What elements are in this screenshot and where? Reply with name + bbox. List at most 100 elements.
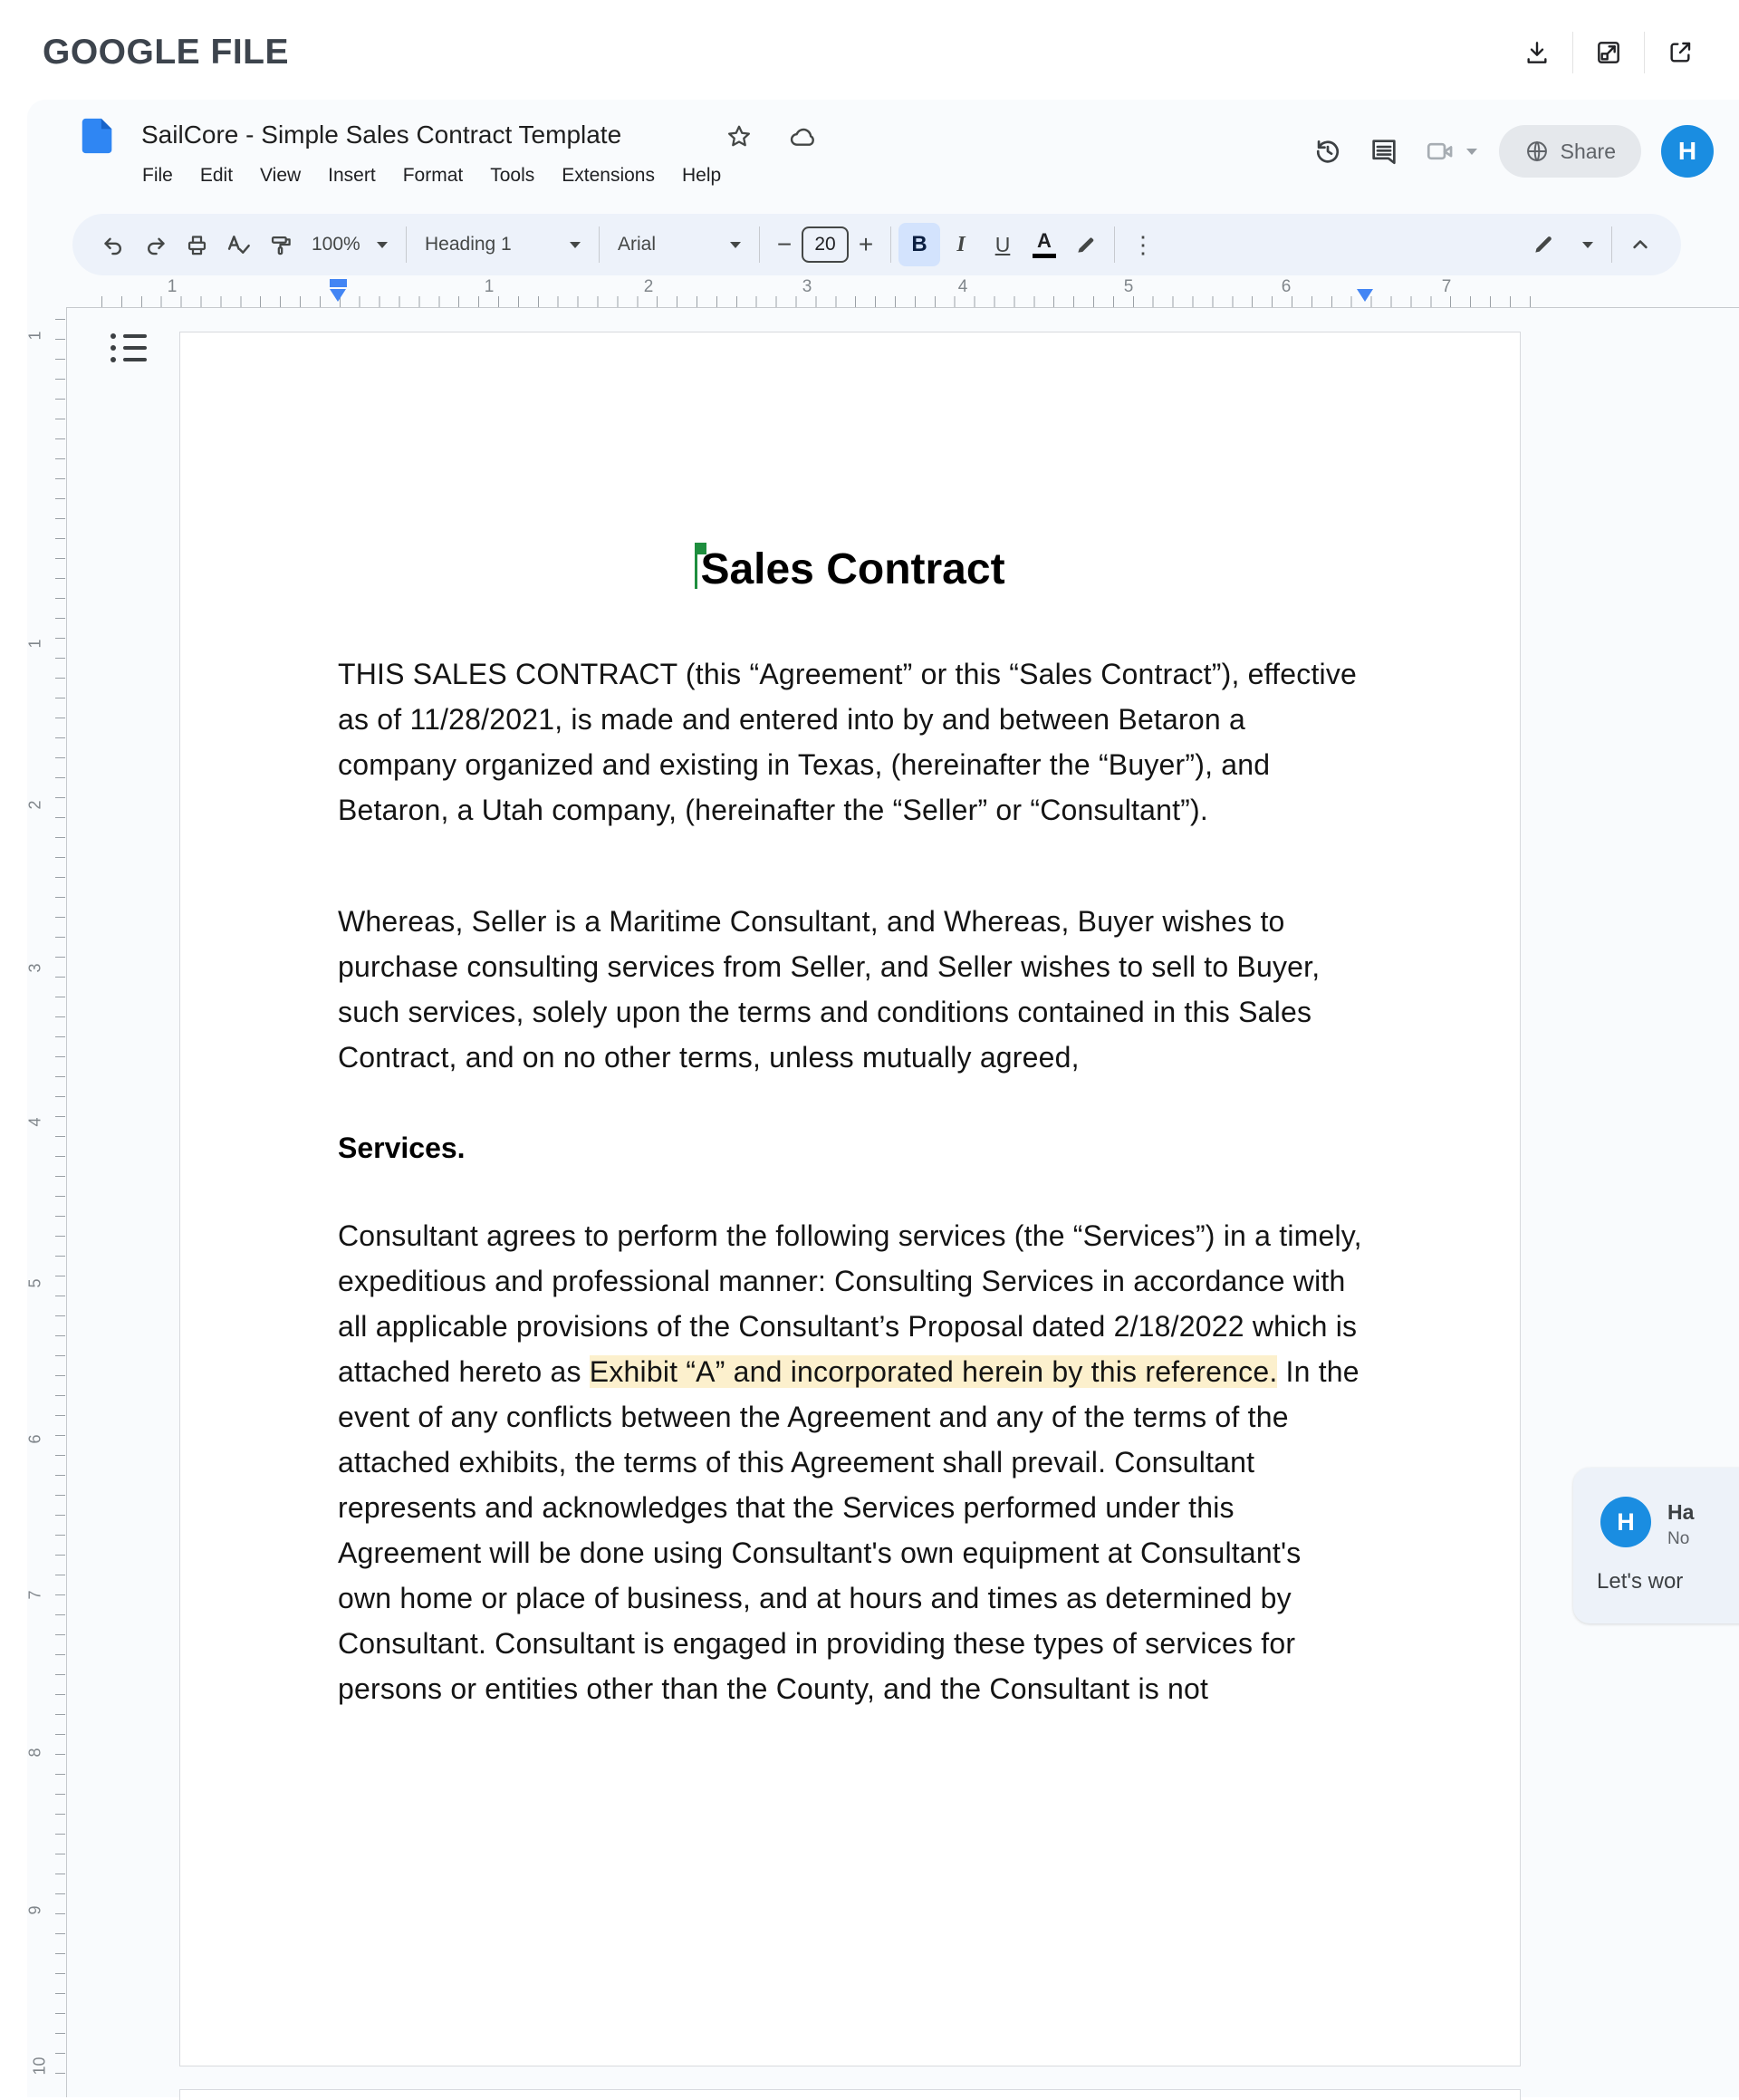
paint-format-button[interactable] xyxy=(259,223,301,266)
text-color-swatch xyxy=(1033,254,1056,258)
ruler-label: 5 xyxy=(1124,277,1134,297)
bold-label: B xyxy=(911,232,927,257)
globe-icon xyxy=(1524,139,1550,164)
editing-mode-button[interactable] xyxy=(1521,223,1604,266)
document-title-field[interactable]: SailCore - Simple Sales Contract Templat… xyxy=(141,120,621,149)
download-button[interactable] xyxy=(1509,27,1565,78)
ruler-label: 3 xyxy=(26,963,45,972)
hide-menus-button[interactable] xyxy=(1619,223,1661,266)
underline-button[interactable]: U xyxy=(982,223,1023,266)
italic-label: I xyxy=(956,233,965,257)
titlebar-actions: Share H xyxy=(1300,123,1714,179)
share-button-label: Share xyxy=(1561,140,1616,164)
ruler-label: 1 xyxy=(26,331,45,340)
redo-button[interactable] xyxy=(134,223,176,266)
meet-button[interactable] xyxy=(1412,123,1490,179)
font-select[interactable]: Arial xyxy=(607,223,752,266)
menu-insert[interactable]: Insert xyxy=(314,159,389,192)
paragraph: THIS SALES CONTRACT (this “Agreement” or… xyxy=(338,651,1362,833)
highlight-color-button[interactable] xyxy=(1065,223,1107,266)
chevron-down-icon xyxy=(570,242,581,248)
ruler-label: 6 xyxy=(1282,277,1292,297)
menu-tools[interactable]: Tools xyxy=(476,159,548,192)
comment-author-name: Ha xyxy=(1667,1500,1694,1525)
comment-timestamp: No xyxy=(1667,1529,1689,1549)
zoom-select[interactable]: 100% xyxy=(301,223,399,266)
first-line-indent-marker[interactable] xyxy=(330,279,347,287)
menu-help[interactable]: Help xyxy=(668,159,735,192)
toolbar-divider xyxy=(1114,226,1115,263)
toolbar-divider xyxy=(1611,226,1612,263)
print-button[interactable] xyxy=(176,223,217,266)
page-title: GOOGLE FILE xyxy=(43,33,289,72)
menu-format[interactable]: Format xyxy=(389,159,477,192)
document-page-2[interactable] xyxy=(179,2089,1521,2100)
left-indent-marker[interactable] xyxy=(330,289,346,302)
paragraph-style-value: Heading 1 xyxy=(425,234,512,255)
more-options-button[interactable]: ⋮ xyxy=(1122,223,1164,266)
ruler-label: 7 xyxy=(26,1590,45,1599)
share-button[interactable]: Share xyxy=(1499,125,1641,178)
history-icon xyxy=(1312,136,1343,167)
account-avatar[interactable]: H xyxy=(1661,125,1714,178)
ruler-label: 2 xyxy=(644,277,654,297)
header-divider xyxy=(1644,32,1645,73)
ruler-label: 7 xyxy=(1442,277,1452,297)
comments-button[interactable] xyxy=(1356,123,1412,179)
redo-icon xyxy=(143,233,168,257)
menu-edit[interactable]: Edit xyxy=(187,159,246,192)
ruler-label: 2 xyxy=(26,800,45,809)
chevron-down-icon xyxy=(1466,149,1477,155)
paragraph: Consultant agrees to perform the followi… xyxy=(338,1213,1362,1711)
star-button[interactable] xyxy=(721,119,757,155)
chevron-down-icon xyxy=(377,242,388,248)
docs-file-icon[interactable] xyxy=(77,115,119,157)
pop-out-button[interactable] xyxy=(1580,27,1637,78)
underline-label: U xyxy=(995,233,1011,257)
chevron-down-icon xyxy=(1582,242,1593,248)
document-body[interactable]: Sales Contract THIS SALES CONTRACT (this… xyxy=(338,332,1362,1711)
open-external-button[interactable] xyxy=(1652,27,1708,78)
menu-file[interactable]: File xyxy=(129,159,187,192)
highlighted-text: Exhibit “A” and incorporated herein by t… xyxy=(590,1355,1278,1388)
menu-view[interactable]: View xyxy=(246,159,314,192)
increase-font-size-button[interactable]: + xyxy=(849,230,883,259)
paragraph: Whereas, Seller is a Maritime Consultant… xyxy=(338,899,1362,1080)
font-size-input[interactable]: 20 xyxy=(802,226,849,263)
undo-button[interactable] xyxy=(92,223,134,266)
toolbar-divider xyxy=(599,226,600,263)
italic-button[interactable]: I xyxy=(940,223,982,266)
text-color-button[interactable]: A xyxy=(1023,223,1065,266)
open-external-icon xyxy=(1666,38,1695,67)
chevron-up-icon xyxy=(1628,232,1653,257)
paragraph-style-select[interactable]: Heading 1 xyxy=(414,223,591,266)
header-actions xyxy=(1509,27,1708,78)
comment-author-avatar: H xyxy=(1600,1497,1651,1547)
cloud-status-icon xyxy=(784,119,821,155)
ruler-label: 8 xyxy=(26,1748,45,1757)
comment-body-text: Let's wor xyxy=(1597,1569,1683,1594)
highlighter-icon xyxy=(1074,233,1098,256)
bold-button[interactable]: B xyxy=(898,223,940,266)
ruler-label: 9 xyxy=(26,1905,45,1914)
header-divider xyxy=(1572,32,1573,73)
menu-extensions[interactable]: Extensions xyxy=(548,159,668,192)
chevron-down-icon xyxy=(730,242,741,248)
zoom-value: 100% xyxy=(312,234,360,255)
version-history-button[interactable] xyxy=(1300,123,1356,179)
video-camera-icon xyxy=(1425,136,1477,167)
document-page[interactable]: Sales Contract THIS SALES CONTRACT (this… xyxy=(179,332,1521,2066)
toolbar-divider xyxy=(890,226,891,263)
document-outline-button[interactable] xyxy=(110,333,147,368)
spellcheck-button[interactable] xyxy=(217,223,259,266)
comment-card[interactable]: H Ha No Let's wor xyxy=(1573,1468,1739,1623)
menu-bar: File Edit View Insert Format Tools Exten… xyxy=(129,159,735,192)
right-indent-marker[interactable] xyxy=(1357,289,1373,302)
pop-out-icon xyxy=(1594,38,1623,67)
ruler-label: 1 xyxy=(26,639,45,648)
font-name-value: Arial xyxy=(618,234,656,255)
decrease-font-size-button[interactable]: − xyxy=(767,230,802,259)
toolbar-divider xyxy=(406,226,407,263)
ruler-label: 1 xyxy=(168,277,178,297)
paragraph-text: In the event of any conflicts between th… xyxy=(338,1355,1359,1705)
